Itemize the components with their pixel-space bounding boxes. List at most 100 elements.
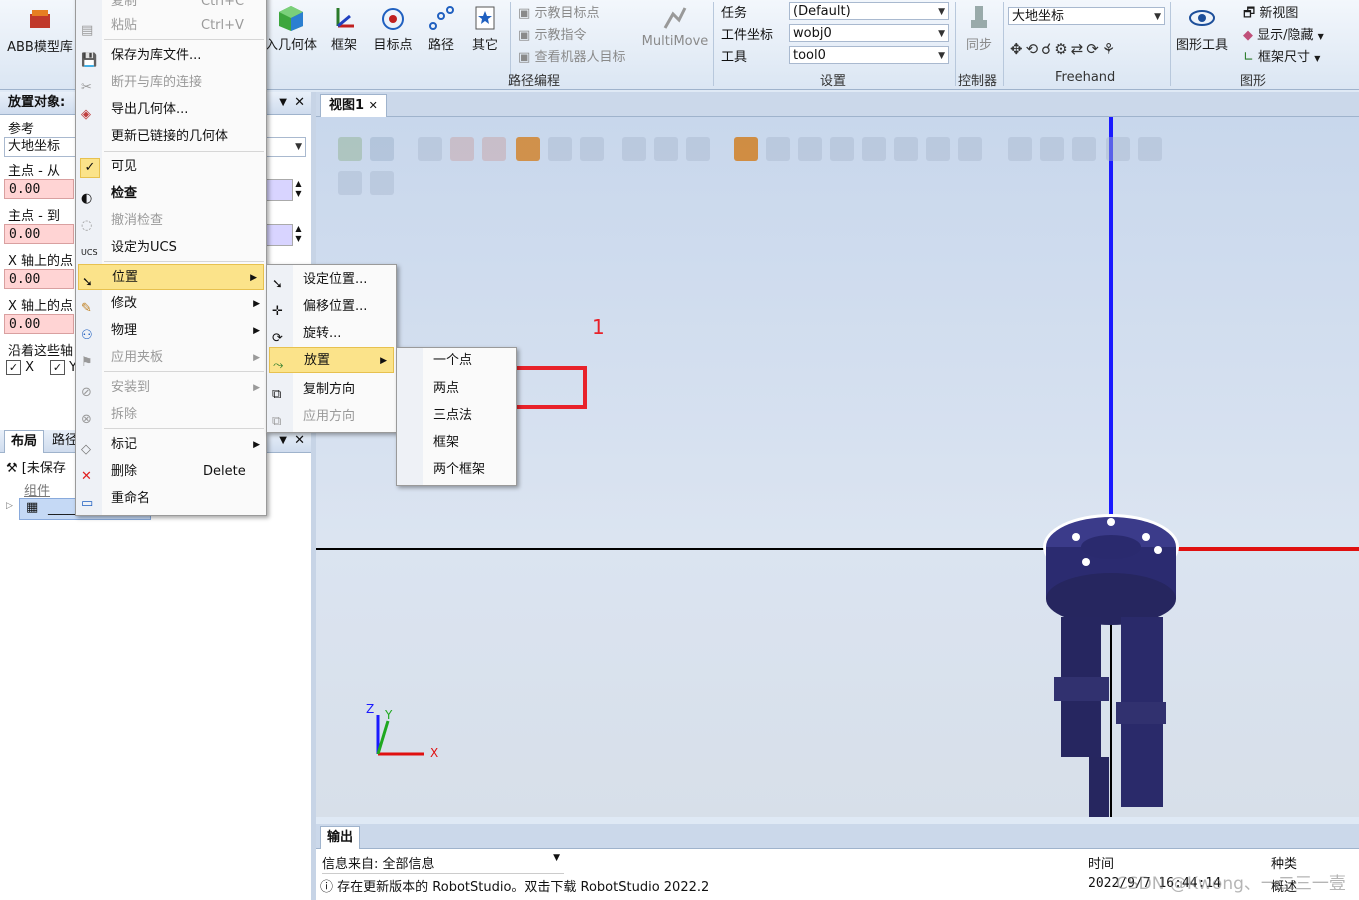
close-icon[interactable]: ✕	[294, 430, 305, 452]
axis-x-checkbox[interactable]: ✓ X	[6, 360, 34, 375]
main-point-from-z-field[interactable]	[265, 179, 293, 201]
main-point-to-z-field[interactable]	[265, 224, 293, 246]
components-node[interactable]: 组件	[24, 480, 50, 499]
view-toolbar-icon[interactable]	[1138, 137, 1162, 161]
drag-icon[interactable]: ☌	[1041, 40, 1054, 58]
view-toolbar-icon[interactable]	[370, 137, 394, 161]
expand-arrow-icon[interactable]: ▷	[6, 501, 13, 511]
close-icon[interactable]: ✕	[294, 92, 305, 114]
view-toolbar-icon[interactable]	[1040, 137, 1064, 161]
panel-dropdown-icon[interactable]: ▼	[279, 92, 287, 114]
menu-physics[interactable]: ⚇ 物理 ▶	[76, 318, 266, 344]
axis-y-checkbox[interactable]: ✓ Y	[50, 360, 77, 375]
view-toolbar-icon[interactable]	[622, 137, 646, 161]
frame-button[interactable]: 框架	[326, 4, 362, 53]
spinner-icon[interactable]: ▲ ▼	[292, 224, 305, 244]
menu-rotate[interactable]: ⟳ 旋转...	[267, 321, 396, 347]
view-toolbar-icon[interactable]	[798, 137, 822, 161]
teach-instruction-button[interactable]: ▣ 示教指令	[518, 24, 586, 43]
task-select[interactable]: (Default) ▼	[789, 2, 949, 20]
view-toolbar-icon[interactable]	[894, 137, 918, 161]
frame-size-button[interactable]: ∟ 框架尺寸 ▼	[1243, 46, 1320, 65]
menu-three-points[interactable]: 三点法	[397, 403, 516, 429]
view-toolbar-icon[interactable]	[338, 137, 362, 161]
spinner-icon[interactable]: ▲ ▼	[292, 179, 305, 199]
workobj-select[interactable]: wobj0 ▼	[789, 24, 949, 42]
reference-frame-select[interactable]: 大地坐标 ▼	[1008, 7, 1165, 25]
menu-save-as-library[interactable]: 💾 保存为库文件...	[76, 43, 266, 69]
stop-icon[interactable]	[370, 171, 394, 195]
view-toolbar-icon[interactable]	[450, 137, 474, 161]
joint-jog-icon[interactable]: ⚙	[1054, 40, 1070, 58]
view-toolbar-icon[interactable]	[926, 137, 950, 161]
view-toolbar-icon[interactable]	[862, 137, 886, 161]
rotate-icon[interactable]: ⟲	[1026, 40, 1042, 58]
x-axis-point2-x[interactable]: 0.00	[4, 314, 74, 334]
play-icon[interactable]	[338, 171, 362, 195]
station-node[interactable]: ⚒ [未保存	[6, 457, 66, 476]
view-toolbar-icon[interactable]	[1106, 137, 1130, 161]
menu-modify[interactable]: ✎ 修改 ▶	[76, 291, 266, 317]
menu-install-to[interactable]: ⊘ 安装到 ▶	[76, 375, 266, 401]
menu-apply-clamp[interactable]: ⚑ 应用夹板 ▶	[76, 345, 266, 371]
view-robot-target-button[interactable]: ▣ 查看机器人目标	[518, 46, 625, 65]
tab-output[interactable]: 输出	[320, 826, 361, 849]
multi-robot-jog-icon[interactable]: ⚘	[1102, 40, 1118, 58]
output-message-row[interactable]: ⓘ 存在更新版本的 RobotStudio。双击下载 RobotStudio 2…	[320, 876, 709, 895]
abb-library-button[interactable]: ABB模型库	[4, 6, 76, 55]
menu-disconnect-library[interactable]: ✂ 断开与库的连接	[76, 70, 266, 96]
view-toolbar-icon[interactable]	[482, 137, 506, 161]
view-toolbar-icon[interactable]	[654, 137, 678, 161]
linear-jog-icon[interactable]: ⇄	[1071, 40, 1087, 58]
target-button[interactable]: 目标点	[370, 4, 416, 53]
new-view-button[interactable]: 🗗 新视图	[1243, 2, 1298, 26]
teach-target-button[interactable]: ▣ 示教目标点	[518, 2, 599, 21]
view-toolbar-icon[interactable]	[958, 137, 982, 161]
tab-layout[interactable]: 布局	[4, 430, 45, 453]
x-axis-point-x[interactable]: 0.00	[4, 269, 74, 289]
close-icon[interactable]: ✕	[369, 99, 378, 112]
menu-delete[interactable]: ✕ 删除 Delete	[76, 459, 266, 485]
snap-object-icon[interactable]	[734, 137, 758, 161]
sync-button[interactable]: 同步	[960, 4, 998, 53]
menu-place[interactable]: ⤳ 放置 ▶	[269, 347, 394, 373]
menu-offset-position[interactable]: ✛ 偏移位置...	[267, 294, 396, 320]
graphics-tools-button[interactable]: 图形工具	[1172, 4, 1232, 53]
message-source-select[interactable]: 信息来自: 全部信息 ▼	[322, 853, 564, 874]
view-toolbar-icon[interactable]	[830, 137, 854, 161]
view-toolbar-icon[interactable]	[516, 137, 540, 161]
menu-visible[interactable]: ✓ 可见	[76, 154, 266, 180]
menu-remove[interactable]: ⊗ 拆除	[76, 402, 266, 428]
view-toolbar-icon[interactable]	[766, 137, 790, 161]
menu-set-position[interactable]: ➘ 设定位置...	[267, 267, 396, 293]
move-icon[interactable]: ✥	[1010, 40, 1026, 58]
menu-inspect[interactable]: ◐ 检查	[76, 181, 266, 207]
menu-rename[interactable]: ▭ 重命名	[76, 486, 266, 512]
view-toolbar-icon[interactable]	[686, 137, 710, 161]
menu-frame[interactable]: 框架	[397, 430, 516, 456]
menu-export-geometry[interactable]: ◈ 导出几何体...	[76, 97, 266, 123]
reorient-icon[interactable]: ⟳	[1086, 40, 1102, 58]
path-button[interactable]: 路径	[422, 4, 460, 53]
view-toolbar-icon[interactable]	[1072, 137, 1096, 161]
view-toolbar-icon[interactable]	[580, 137, 604, 161]
menu-paste[interactable]: ▤ 粘贴 Ctrl+V	[76, 13, 266, 39]
menu-apply-orientation[interactable]: ⧉ 应用方向	[267, 404, 396, 430]
other-button[interactable]: 其它	[466, 4, 504, 53]
menu-copy-orientation[interactable]: ⧉ 复制方向	[267, 377, 396, 403]
menu-position[interactable]: ➘ 位置 ▶	[78, 264, 264, 290]
menu-update-linked-geometry[interactable]: 更新已链接的几何体	[76, 124, 266, 150]
view-toolbar-icon[interactable]	[1008, 137, 1032, 161]
multimove-button[interactable]: MultiMove	[640, 4, 710, 49]
menu-two-frames[interactable]: 两个框架	[397, 457, 516, 483]
view-toolbar-icon[interactable]	[418, 137, 442, 161]
show-hide-button[interactable]: ◆ 显示/隐藏 ▼	[1243, 24, 1324, 43]
view-toolbar-icon[interactable]	[548, 137, 572, 161]
main-point-to-x[interactable]: 0.00	[4, 224, 74, 244]
menu-set-ucs[interactable]: UCS 设定为UCS	[76, 235, 266, 261]
main-point-from-x[interactable]: 0.00	[4, 179, 74, 199]
menu-one-point[interactable]: 一个点	[397, 348, 516, 374]
panel-dropdown-icon[interactable]: ▼	[279, 430, 287, 452]
menu-two-points[interactable]: 两点	[397, 376, 516, 402]
menu-cancel-inspect[interactable]: ◌ 撤消检查	[76, 208, 266, 234]
